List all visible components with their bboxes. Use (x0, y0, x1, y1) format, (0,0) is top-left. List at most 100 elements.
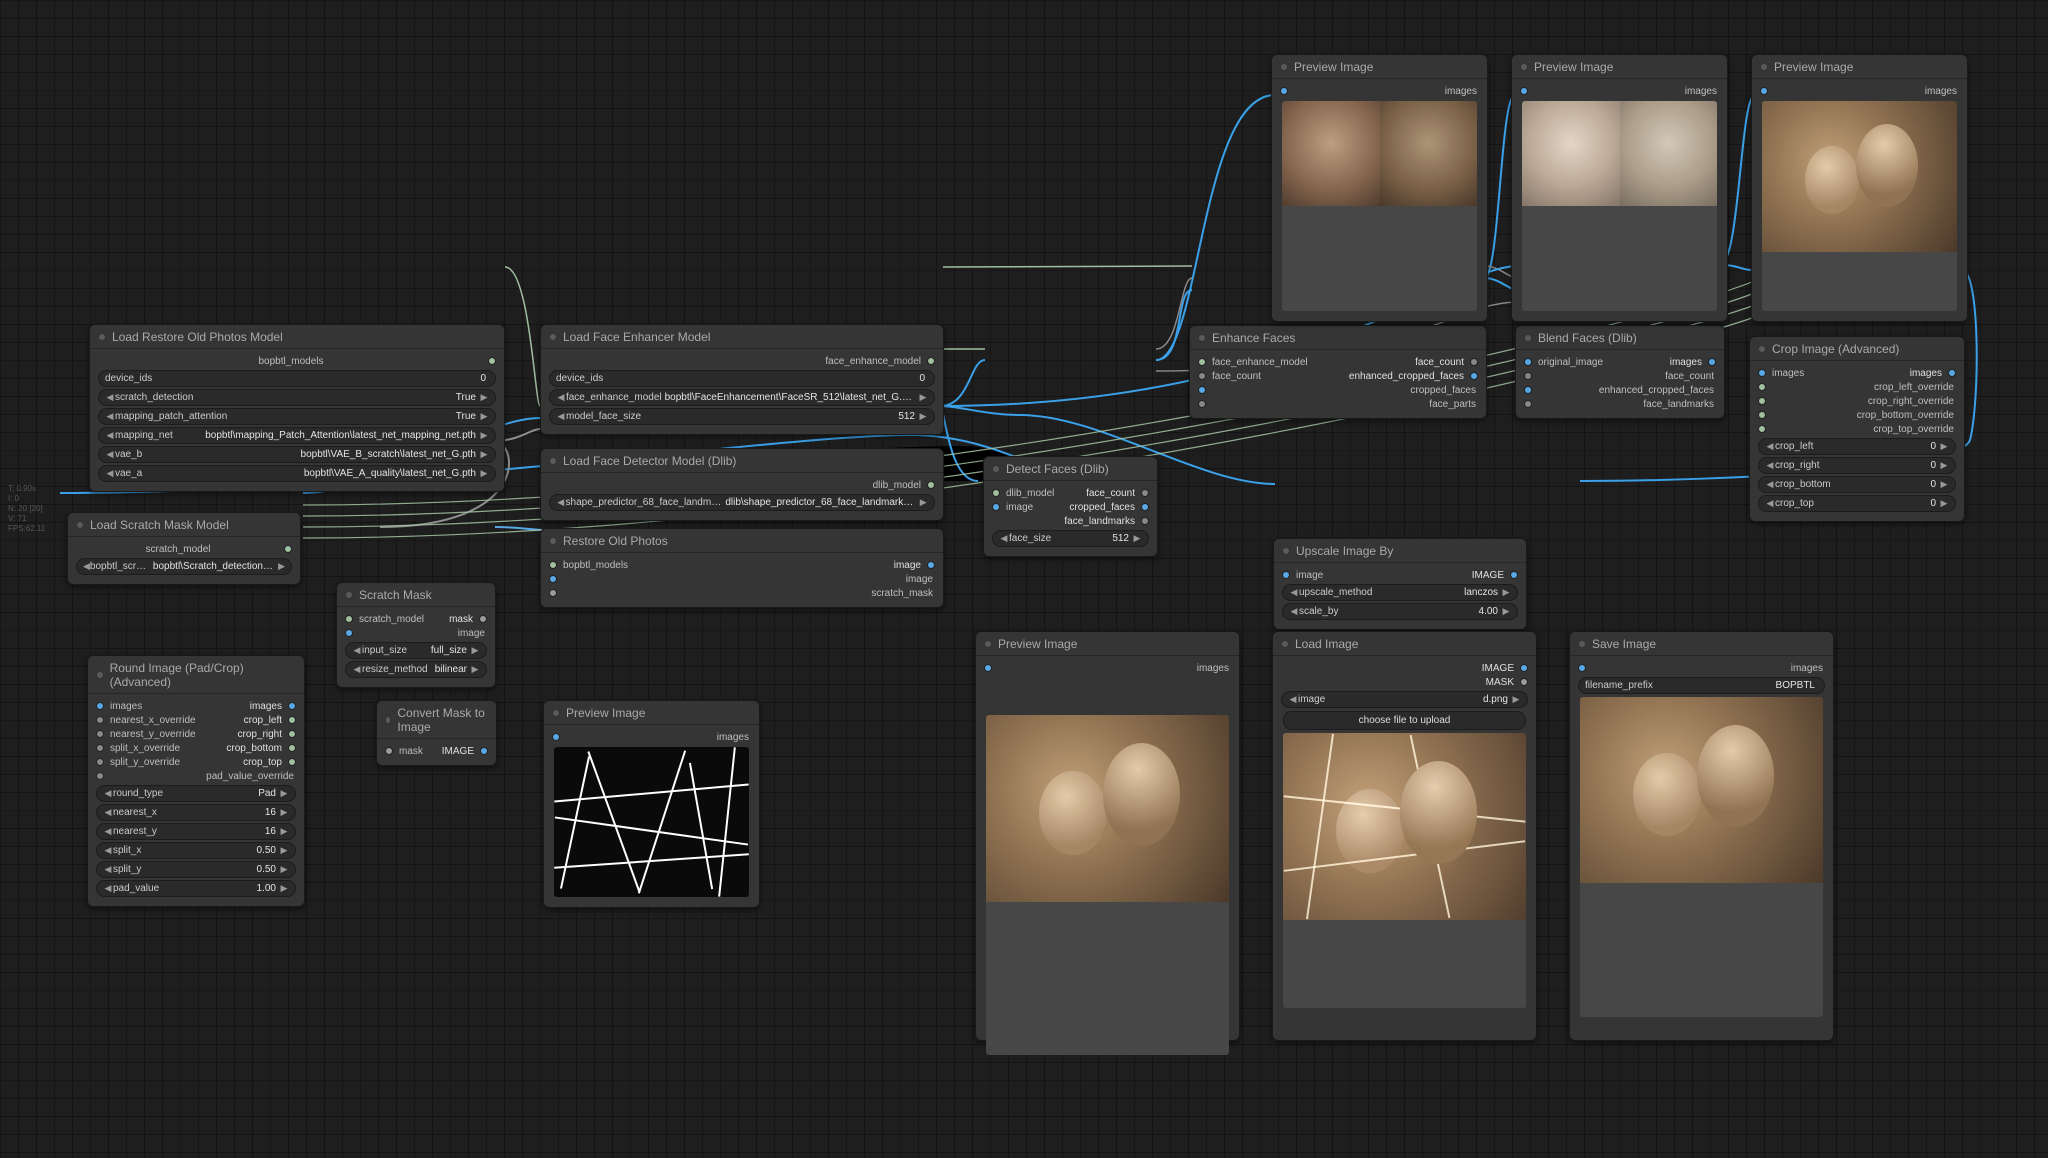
output-port[interactable] (1708, 358, 1716, 366)
collapse-icon[interactable] (1198, 334, 1206, 342)
input-port[interactable] (1758, 383, 1766, 391)
caret-left-icon[interactable]: ◀ (103, 864, 113, 875)
input-port[interactable] (1198, 358, 1206, 366)
caret-left-icon[interactable]: ◀ (1288, 694, 1298, 705)
output-port[interactable] (479, 615, 487, 623)
input-port[interactable] (992, 489, 1000, 497)
input-port[interactable] (549, 589, 557, 597)
input-port[interactable] (1282, 571, 1290, 579)
widget-nearest-y[interactable]: ◀nearest_y16▶ (96, 823, 296, 840)
caret-left-icon[interactable]: ◀ (556, 411, 566, 422)
node-title[interactable]: Preview Image (544, 701, 759, 725)
widget-crop-top[interactable]: ◀crop_top0▶ (1758, 495, 1956, 512)
widget-split-x[interactable]: ◀split_x0.50▶ (96, 842, 296, 859)
node-round-image-advanced[interactable]: Round Image (Pad/Crop) (Advanced) images… (87, 655, 305, 907)
choose-file-button[interactable]: choose file to upload (1283, 711, 1526, 730)
widget-vae-a[interactable]: ◀vae_abopbtl\VAE_A_quality\latest_net_G.… (98, 465, 496, 482)
input-port[interactable] (1280, 87, 1288, 95)
input-port[interactable] (549, 575, 557, 583)
caret-left-icon[interactable]: ◀ (1765, 479, 1775, 490)
input-port[interactable] (984, 664, 992, 672)
input-port[interactable] (1758, 425, 1766, 433)
node-title[interactable]: Round Image (Pad/Crop) (Advanced) (88, 656, 304, 694)
caret-left-icon[interactable]: ◀ (103, 845, 113, 856)
node-title[interactable]: Load Face Detector Model (Dlib) (541, 449, 943, 473)
collapse-icon[interactable] (385, 716, 391, 724)
output-port[interactable] (488, 357, 496, 365)
node-title[interactable]: Convert Mask to Image (377, 701, 496, 739)
input-port[interactable] (1524, 400, 1532, 408)
input-port[interactable] (345, 615, 353, 623)
caret-right-icon[interactable]: ▶ (1939, 479, 1949, 490)
collapse-icon[interactable] (98, 333, 106, 341)
input-port[interactable] (385, 747, 393, 755)
caret-right-icon[interactable]: ▶ (1939, 460, 1949, 471)
node-scratch-mask[interactable]: Scratch Mask scratch_modelmask image ◀in… (336, 582, 496, 688)
widget-shape-predictor[interactable]: ◀shape_predictor_68_face_landmarksdlib\s… (549, 494, 935, 511)
caret-right-icon[interactable]: ▶ (479, 392, 489, 403)
caret-right-icon[interactable]: ▶ (279, 826, 289, 837)
collapse-icon[interactable] (1578, 640, 1586, 648)
caret-left-icon[interactable]: ◀ (1289, 587, 1299, 598)
input-port[interactable] (96, 744, 104, 752)
collapse-icon[interactable] (1280, 63, 1288, 71)
caret-left-icon[interactable]: ◀ (103, 883, 113, 894)
widget-scale-by[interactable]: ◀scale_by4.00▶ (1282, 603, 1518, 620)
widget-split-y[interactable]: ◀split_y0.50▶ (96, 861, 296, 878)
node-title[interactable]: Restore Old Photos (541, 529, 943, 553)
caret-left-icon[interactable]: ◀ (105, 392, 115, 403)
widget-upscale-method[interactable]: ◀upscale_methodlanczos▶ (1282, 584, 1518, 601)
node-title[interactable]: Preview Image (1512, 55, 1727, 79)
collapse-icon[interactable] (1520, 63, 1528, 71)
caret-right-icon[interactable]: ▶ (918, 392, 928, 403)
caret-left-icon[interactable]: ◀ (352, 645, 362, 656)
output-port[interactable] (288, 730, 296, 738)
collapse-icon[interactable] (1760, 63, 1768, 71)
collapse-icon[interactable] (1281, 640, 1289, 648)
output-port[interactable] (1470, 358, 1478, 366)
input-port[interactable] (1760, 87, 1768, 95)
input-port[interactable] (96, 758, 104, 766)
output-port[interactable] (1470, 372, 1478, 380)
caret-right-icon[interactable]: ▶ (279, 807, 289, 818)
widget-crop-left[interactable]: ◀crop_left0▶ (1758, 438, 1956, 455)
caret-right-icon[interactable]: ▶ (1501, 606, 1511, 617)
node-title[interactable]: Upscale Image By (1274, 539, 1526, 563)
widget-pad-value[interactable]: ◀pad_value1.00▶ (96, 880, 296, 897)
node-enhance-faces[interactable]: Enhance Faces face_enhance_modelface_cou… (1189, 325, 1487, 419)
node-title[interactable]: Load Image (1273, 632, 1536, 656)
caret-left-icon[interactable]: ◀ (999, 533, 1009, 544)
caret-right-icon[interactable]: ▶ (479, 468, 489, 479)
output-port[interactable] (1141, 503, 1149, 511)
caret-left-icon[interactable]: ◀ (556, 497, 566, 508)
caret-left-icon[interactable]: ◀ (83, 561, 90, 572)
node-title[interactable]: Load Face Enhancer Model (541, 325, 943, 349)
widget-device-ids[interactable]: device_ids0 (549, 370, 935, 387)
node-convert-mask-to-image[interactable]: Convert Mask to Image maskIMAGE (376, 700, 497, 766)
widget-vae-b[interactable]: ◀vae_bbopbtl\VAE_B_scratch\latest_net_G.… (98, 446, 496, 463)
caret-left-icon[interactable]: ◀ (105, 411, 115, 422)
node-preview-image-cropped-faces[interactable]: Preview Image images (1271, 54, 1488, 322)
node-title[interactable]: Detect Faces (Dlib) (984, 457, 1157, 481)
caret-left-icon[interactable]: ◀ (103, 788, 113, 799)
input-port[interactable] (96, 730, 104, 738)
input-port[interactable] (1198, 372, 1206, 380)
collapse-icon[interactable] (1282, 547, 1290, 555)
widget-input-size[interactable]: ◀input_sizefull_size▶ (345, 642, 487, 659)
collapse-icon[interactable] (984, 640, 992, 648)
output-port[interactable] (927, 357, 935, 365)
caret-right-icon[interactable]: ▶ (279, 845, 289, 856)
collapse-icon[interactable] (345, 591, 353, 599)
caret-left-icon[interactable]: ◀ (103, 807, 113, 818)
input-port[interactable] (1578, 664, 1586, 672)
collapse-icon[interactable] (552, 709, 560, 717)
node-preview-image-final[interactable]: Preview Image images (1751, 54, 1968, 322)
node-load-restore-old-photos-model[interactable]: Load Restore Old Photos Model bopbtl_mod… (89, 324, 505, 492)
caret-left-icon[interactable]: ◀ (1289, 606, 1299, 617)
collapse-icon[interactable] (992, 465, 1000, 473)
caret-left-icon[interactable]: ◀ (105, 449, 115, 460)
caret-left-icon[interactable]: ◀ (1765, 441, 1775, 452)
node-title[interactable]: Save Image (1570, 632, 1833, 656)
node-title[interactable]: Crop Image (Advanced) (1750, 337, 1964, 361)
caret-right-icon[interactable]: ▶ (470, 645, 480, 656)
